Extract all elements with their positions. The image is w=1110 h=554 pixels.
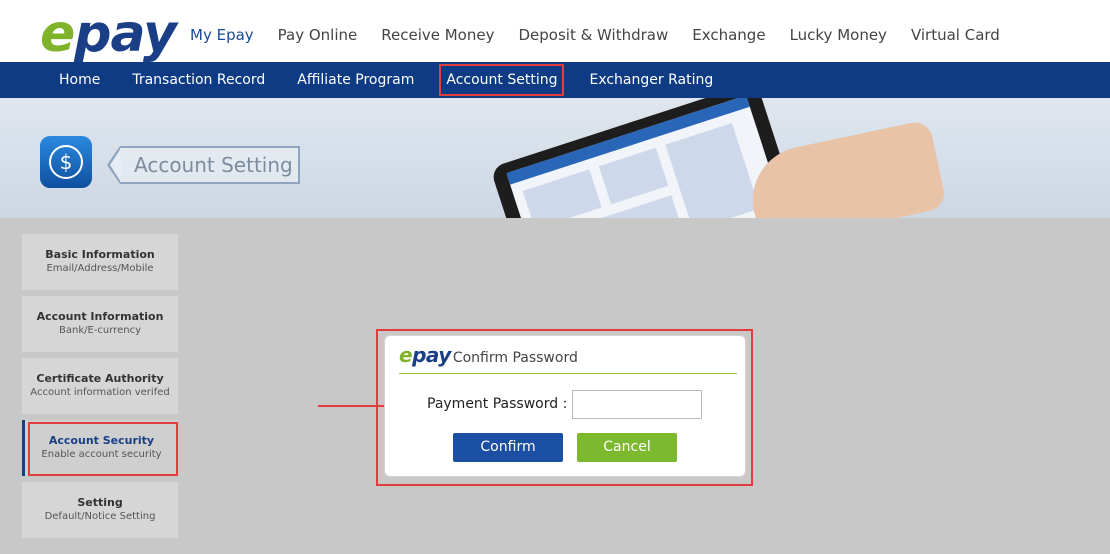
sidebar-item-basic-information[interactable]: Basic Information Email/Address/Mobile [22,234,178,290]
sidebar-item-setting[interactable]: Setting Default/Notice Setting [22,482,178,538]
payment-password-label: Payment Password : [427,396,568,412]
main-nav: My Epay Pay Online Receive Money Deposit… [178,0,1012,70]
dollar-icon: $ [40,136,92,188]
sub-nav-account-setting[interactable]: Account Setting [437,62,566,98]
sidebar-item-subtitle: Bank/E-currency [59,325,141,336]
cancel-button[interactable]: Cancel [577,433,677,462]
sub-navigation: Home Transaction Record Affiliate Progra… [0,62,1110,98]
main-nav-pay-online[interactable]: Pay Online [266,0,370,70]
sidebar-item-subtitle: Default/Notice Setting [44,511,156,522]
main-nav-virtual-card[interactable]: Virtual Card [899,0,1012,70]
dialog-header: epay Confirm Password [399,336,737,374]
sidebar-item-title: Certificate Authority [36,372,164,385]
page-title: Account Setting [107,146,300,184]
dialog-title: Confirm Password [452,350,578,366]
sub-nav-home[interactable]: Home [50,62,109,98]
sidebar-item-account-information[interactable]: Account Information Bank/E-currency [22,296,178,352]
payment-password-input[interactable] [572,390,702,419]
top-navigation: epay My Epay Pay Online Receive Money De… [0,0,1110,70]
sidebar-item-title: Setting [77,496,123,509]
main-nav-exchange[interactable]: Exchange [680,0,777,70]
main-nav-lucky-money[interactable]: Lucky Money [778,0,899,70]
confirm-password-dialog: epay Confirm Password Payment Password : … [384,335,746,477]
main-nav-my-epay[interactable]: My Epay [178,0,266,70]
sidebar-item-title: Basic Information [45,248,155,261]
sub-nav-affiliate-program[interactable]: Affiliate Program [288,62,423,98]
settings-sidebar: Basic Information Email/Address/Mobile A… [22,234,186,544]
confirm-button[interactable]: Confirm [453,433,563,462]
dialog-logo: epay [399,343,451,367]
epay-logo[interactable]: epay [40,4,177,64]
sub-nav-transaction-record[interactable]: Transaction Record [123,62,274,98]
sidebar-item-subtitle: Email/Address/Mobile [46,263,154,274]
highlight-frame [28,422,178,476]
main-nav-deposit-withdraw[interactable]: Deposit & Withdraw [506,0,680,70]
sidebar-item-title: Account Information [36,310,164,323]
sidebar-item-subtitle: Account information verifed [30,387,170,398]
main-nav-receive-money[interactable]: Receive Money [369,0,506,70]
page-banner: $ Account Setting [0,98,1110,218]
sub-nav-exchanger-rating[interactable]: Exchanger Rating [580,62,722,98]
sidebar-item-account-security[interactable]: Account Security Enable account security [22,420,178,476]
sidebar-item-certificate-authority[interactable]: Certificate Authority Account informatio… [22,358,178,414]
main-content: Basic Information Email/Address/Mobile A… [0,218,1110,554]
